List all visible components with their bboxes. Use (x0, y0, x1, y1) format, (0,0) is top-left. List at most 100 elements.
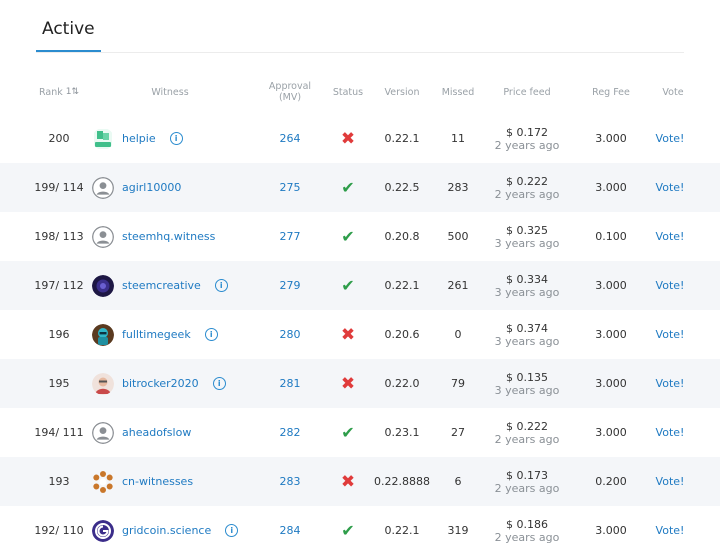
witness-name-link[interactable]: gridcoin.science (122, 524, 211, 537)
x-icon: ✖ (340, 128, 356, 149)
witness-name-link[interactable]: aheadofslow (122, 426, 191, 439)
status-indicator: ✖ (326, 457, 370, 506)
price-age: 2 years ago (494, 138, 560, 152)
avatar[interactable] (92, 128, 114, 150)
info-icon[interactable]: i (214, 279, 228, 292)
info-icon[interactable]: i (225, 524, 239, 537)
table-header: Rank 1⇅ Witness Approval (MV) Status Ver… (0, 72, 720, 112)
approval-value: 281 (279, 377, 301, 390)
version-cell: 0.22.1 (384, 279, 420, 292)
sort-icon[interactable]: 1⇅ (66, 87, 79, 98)
rank-cell: 198/ 113 (34, 230, 84, 243)
vote-button[interactable]: Vote! (648, 408, 692, 457)
status-indicator: ✔ (326, 261, 370, 310)
avatar[interactable] (92, 323, 114, 346)
missed-cell: 0 (454, 328, 462, 341)
avatar[interactable] (92, 225, 114, 248)
price-age: 2 years ago (494, 530, 560, 544)
vote-button[interactable]: Vote! (648, 114, 692, 163)
witness-name-link[interactable]: bitrocker2020 (122, 377, 199, 390)
witness-name-link[interactable]: steemhq.witness (122, 230, 215, 243)
witness-name-link[interactable]: helpie (122, 132, 156, 145)
avatar[interactable] (92, 470, 114, 493)
witness-table-body: 200 helpie i 264 ✖ 0.22.1 11 $ 0.172 2 years ago… (0, 114, 720, 555)
version-cell: 0.22.1 (384, 132, 420, 145)
witness-name-link[interactable]: cn-witnesses (122, 475, 193, 488)
vote-button[interactable]: Vote! (648, 457, 692, 506)
table-row: 194/ 111 aheadofslow 282 ✔ 0.23.1 27 $ 0.222 2 … (0, 408, 720, 457)
x-icon: ✖ (340, 373, 356, 394)
witness-cell: bitrocker2020 i (92, 359, 282, 408)
info-icon[interactable]: i (169, 132, 183, 145)
witness-name-link[interactable]: steemcreative (122, 279, 201, 292)
info-icon[interactable]: i (212, 377, 226, 390)
price-feed-header: Price feed (503, 86, 551, 98)
vote-button[interactable]: Vote! (648, 163, 692, 212)
rank-cell: 192/ 110 (34, 524, 84, 537)
rank-header[interactable]: Rank 1⇅ (20, 72, 98, 112)
rank-cell: 197/ 112 (34, 279, 84, 292)
witness-name-link[interactable]: agirl10000 (122, 181, 181, 194)
avatar[interactable] (92, 421, 114, 444)
price-feed-cell: $ 0.334 3 years ago (480, 261, 574, 310)
version-cell: 0.22.1 (384, 524, 420, 537)
avatar[interactable] (92, 372, 114, 395)
avatar[interactable] (92, 519, 114, 542)
vote-button[interactable]: Vote! (648, 212, 692, 261)
reg-fee-cell: 3.000 (595, 426, 627, 439)
vote-button[interactable]: Vote! (648, 359, 692, 408)
price-age: 3 years ago (494, 236, 560, 250)
version-cell: 0.20.8 (384, 230, 420, 243)
reg-fee-cell: 3.000 (595, 377, 627, 390)
vote-button[interactable]: Vote! (648, 310, 692, 359)
x-icon: ✖ (340, 471, 356, 492)
rank-cell: 194/ 111 (34, 426, 84, 439)
rank-cell: 199/ 114 (34, 181, 84, 194)
version-header: Version (384, 86, 420, 98)
rank-cell: 193 (48, 475, 70, 488)
witness-cell: steemhq.witness (92, 212, 282, 261)
version-cell: 0.23.1 (384, 426, 420, 439)
witness-cell: aheadofslow (92, 408, 282, 457)
price-feed-cell: $ 0.325 3 years ago (480, 212, 574, 261)
witness-cell: steemcreative i (92, 261, 282, 310)
price-feed-cell: $ 0.135 3 years ago (480, 359, 574, 408)
avatar[interactable] (92, 274, 114, 297)
price-value: $ 0.222 (506, 419, 548, 433)
price-feed-cell: $ 0.374 3 years ago (480, 310, 574, 359)
vote-button[interactable]: Vote! (648, 506, 692, 555)
version-cell: 0.22.0 (384, 377, 420, 390)
tab-active[interactable]: Active (36, 19, 101, 52)
vote-header: Vote (662, 86, 684, 98)
reg-fee-cell: 3.000 (595, 328, 627, 341)
check-icon: ✔ (341, 227, 355, 246)
avatar[interactable] (92, 176, 114, 199)
witness-cell: agirl10000 (92, 163, 282, 212)
approval-header-line1: Approval (268, 81, 312, 92)
approval-value: 284 (279, 524, 301, 537)
table-row: 200 helpie i 264 ✖ 0.22.1 11 $ 0.172 2 years ago… (0, 114, 720, 163)
witness-name-link[interactable]: fulltimegeek (122, 328, 191, 341)
approval-value: 282 (279, 426, 301, 439)
approval-value: 264 (279, 132, 301, 145)
reg-fee-cell: 3.000 (595, 181, 627, 194)
witness-cell: gridcoin.science i (92, 506, 282, 555)
witness-header: Witness (151, 86, 189, 98)
witness-cell: fulltimegeek i (92, 310, 282, 359)
check-icon: ✔ (341, 521, 355, 540)
approval-header-line2: (MV) (278, 92, 302, 103)
status-header: Status (332, 86, 364, 98)
price-value: $ 0.135 (506, 370, 548, 384)
x-icon: ✖ (340, 324, 356, 345)
missed-header: Missed (441, 86, 475, 98)
version-cell: 0.22.5 (384, 181, 420, 194)
price-age: 3 years ago (494, 383, 560, 397)
approval-value: 275 (279, 181, 301, 194)
info-icon[interactable]: i (204, 328, 218, 341)
vote-button[interactable]: Vote! (648, 261, 692, 310)
missed-cell: 6 (454, 475, 462, 488)
price-value: $ 0.325 (506, 223, 548, 237)
table-row: 195 bitrocker2020 i 281 ✖ 0.22.0 79 $ 0.135 3 ye… (0, 359, 720, 408)
version-cell: 0.20.6 (384, 328, 420, 341)
approval-value: 283 (279, 475, 301, 488)
